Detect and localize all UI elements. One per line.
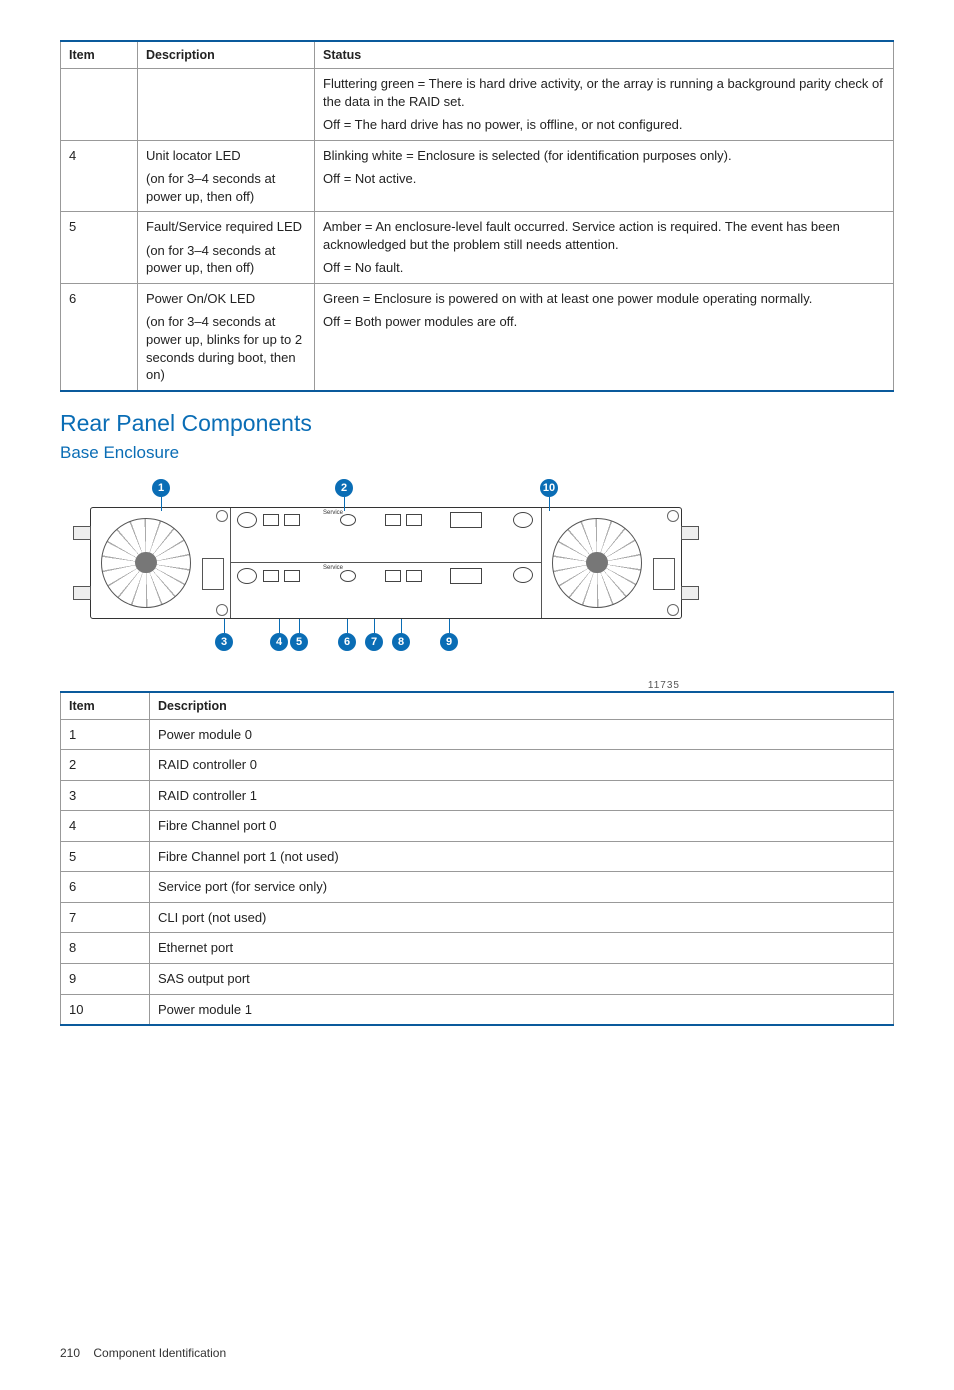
sas-port-icon bbox=[450, 512, 482, 528]
fan-icon bbox=[552, 518, 642, 608]
rear-panel-table: Item Description 1Power module 02RAID co… bbox=[60, 691, 894, 1026]
th-item: Item bbox=[61, 692, 150, 720]
table-row: 3RAID controller 1 bbox=[61, 780, 894, 811]
ethernet-port-icon bbox=[406, 570, 422, 582]
cli-port-icon bbox=[385, 514, 401, 526]
cell-desc: CLI port (not used) bbox=[150, 902, 894, 933]
cell-status: Amber = An enclosure-level fault occurre… bbox=[315, 212, 894, 284]
cell-item: 7 bbox=[61, 902, 150, 933]
power-module-1-icon bbox=[541, 508, 681, 618]
table-row: 4Fibre Channel port 0 bbox=[61, 811, 894, 842]
footer-title: Component Identification bbox=[93, 1346, 226, 1360]
th-item: Item bbox=[61, 41, 138, 69]
screw-icon bbox=[513, 567, 533, 583]
ethernet-port-icon bbox=[406, 514, 422, 526]
callout-6: 6 bbox=[338, 633, 356, 651]
callout-3: 3 bbox=[215, 633, 233, 651]
cell-item: 6 bbox=[61, 283, 138, 390]
cell-item: 1 bbox=[61, 719, 150, 750]
cell-item bbox=[61, 69, 138, 141]
table-row: 10Power module 1 bbox=[61, 994, 894, 1025]
led-status-table: Item Description Status Fluttering green… bbox=[60, 40, 894, 392]
table-row: 9SAS output port bbox=[61, 964, 894, 995]
cell-item: 4 bbox=[61, 140, 138, 212]
th-desc: Description bbox=[150, 692, 894, 720]
fc-port-icon bbox=[263, 514, 279, 526]
fc-port-icon bbox=[284, 570, 300, 582]
callout-2: 2 bbox=[335, 479, 353, 497]
fc-port-icon bbox=[284, 514, 300, 526]
table-row: 6 Power On/OK LED (on for 3–4 seconds at… bbox=[61, 283, 894, 390]
cell-item: 9 bbox=[61, 964, 150, 995]
table-row: Fluttering green = There is hard drive a… bbox=[61, 69, 894, 141]
callout-7: 7 bbox=[365, 633, 383, 651]
clip-icon bbox=[73, 526, 91, 540]
callout-10: 10 bbox=[540, 479, 558, 497]
cell-item: 5 bbox=[61, 841, 150, 872]
screw-icon bbox=[237, 512, 257, 528]
table-row: 2RAID controller 0 bbox=[61, 750, 894, 781]
clip-icon bbox=[681, 586, 699, 600]
table-row: 1Power module 0 bbox=[61, 719, 894, 750]
cell-desc: Power module 0 bbox=[150, 719, 894, 750]
raid-controller-1-icon: Service bbox=[231, 563, 541, 618]
cell-item: 10 bbox=[61, 994, 150, 1025]
cell-desc: Power On/OK LED (on for 3–4 seconds at p… bbox=[138, 283, 315, 390]
fc-port-icon bbox=[263, 570, 279, 582]
sas-port-icon bbox=[450, 568, 482, 584]
cli-port-icon bbox=[385, 570, 401, 582]
power-module-0-icon bbox=[91, 508, 231, 618]
cell-desc: Fault/Service required LED (on for 3–4 s… bbox=[138, 212, 315, 284]
cell-item: 4 bbox=[61, 811, 150, 842]
cell-desc: Fibre Channel port 0 bbox=[150, 811, 894, 842]
cell-desc: Ethernet port bbox=[150, 933, 894, 964]
cell-desc: Fibre Channel port 1 (not used) bbox=[150, 841, 894, 872]
table-row: 7CLI port (not used) bbox=[61, 902, 894, 933]
clip-icon bbox=[73, 586, 91, 600]
service-port-icon bbox=[340, 570, 356, 582]
cell-status: Green = Enclosure is powered on with at … bbox=[315, 283, 894, 390]
screw-icon bbox=[237, 568, 257, 584]
rear-panel-diagram: Service Service bbox=[90, 473, 894, 673]
heading-base-enclosure: Base Enclosure bbox=[60, 443, 894, 463]
callout-1: 1 bbox=[152, 479, 170, 497]
chassis-icon: Service Service bbox=[90, 507, 682, 619]
table-row: 5Fibre Channel port 1 (not used) bbox=[61, 841, 894, 872]
cell-desc: RAID controller 1 bbox=[150, 780, 894, 811]
cell-desc: Power module 1 bbox=[150, 994, 894, 1025]
page-footer: 210 Component Identification bbox=[60, 1346, 894, 1360]
table-row: 6Service port (for service only) bbox=[61, 872, 894, 903]
cell-desc bbox=[138, 69, 315, 141]
cell-item: 5 bbox=[61, 212, 138, 284]
table-row: 5 Fault/Service required LED (on for 3–4… bbox=[61, 212, 894, 284]
callout-5: 5 bbox=[290, 633, 308, 651]
callout-4: 4 bbox=[270, 633, 288, 651]
controller-bay-icon: Service Service bbox=[231, 508, 541, 618]
th-status: Status bbox=[315, 41, 894, 69]
cell-item: 8 bbox=[61, 933, 150, 964]
cell-desc: Service port (for service only) bbox=[150, 872, 894, 903]
fan-icon bbox=[101, 518, 191, 608]
cell-desc: RAID controller 0 bbox=[150, 750, 894, 781]
cell-desc: Unit locator LED (on for 3–4 seconds at … bbox=[138, 140, 315, 212]
raid-controller-0-icon: Service bbox=[231, 508, 541, 564]
callout-9: 9 bbox=[440, 633, 458, 651]
cell-status: Fluttering green = There is hard drive a… bbox=[315, 69, 894, 141]
th-desc: Description bbox=[138, 41, 315, 69]
cell-item: 3 bbox=[61, 780, 150, 811]
screw-icon bbox=[513, 512, 533, 528]
cell-item: 2 bbox=[61, 750, 150, 781]
page-number: 210 bbox=[60, 1346, 80, 1360]
clip-icon bbox=[681, 526, 699, 540]
cell-desc: SAS output port bbox=[150, 964, 894, 995]
cell-status: Blinking white = Enclosure is selected (… bbox=[315, 140, 894, 212]
service-port-icon bbox=[340, 514, 356, 526]
image-number: 11735 bbox=[648, 680, 680, 691]
cell-item: 6 bbox=[61, 872, 150, 903]
table-row: 8Ethernet port bbox=[61, 933, 894, 964]
callout-8: 8 bbox=[392, 633, 410, 651]
heading-rear-panel: Rear Panel Components bbox=[60, 410, 894, 437]
table-row: 4 Unit locator LED (on for 3–4 seconds a… bbox=[61, 140, 894, 212]
